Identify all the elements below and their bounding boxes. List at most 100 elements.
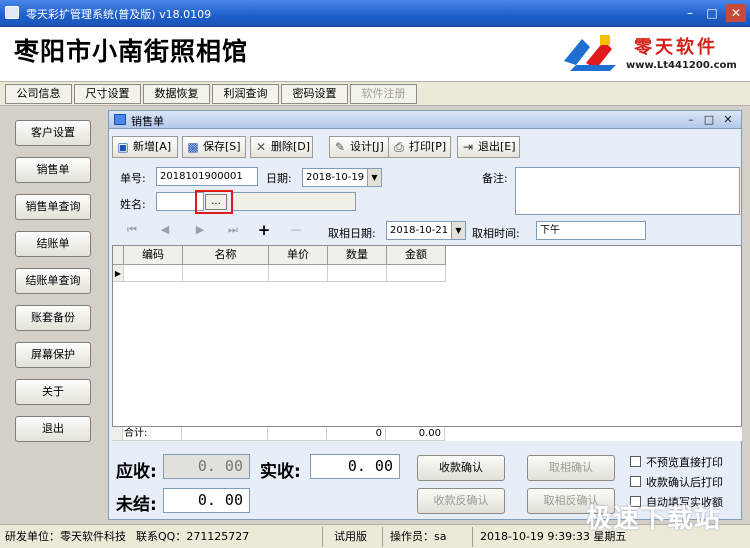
delete-button-label: 删除[D] xyxy=(271,140,311,153)
print-button[interactable]: ⎙ 打印[P] xyxy=(388,136,451,158)
brand-logo: 零天软件 www.Lt441200.com xyxy=(560,31,745,79)
column-header-name[interactable]: 名称 xyxy=(183,246,269,265)
x-icon: ✕ xyxy=(255,140,267,154)
child-minimize-button[interactable]: – xyxy=(684,112,698,127)
remark-input[interactable] xyxy=(515,167,740,215)
print-no-preview-label: 不预览直接打印 xyxy=(646,456,723,469)
sidebar-item-exit[interactable]: 退出 xyxy=(15,416,91,442)
sidebar: 客户设置 销售单 销售单查询 结账单 结账单查询 账套备份 屏幕保护 关于 退出 xyxy=(5,108,103,518)
status-operator: 操作员：sa xyxy=(390,530,447,543)
name-label: 姓名: xyxy=(120,198,146,211)
chevron-down-icon[interactable]: ▼ xyxy=(367,169,381,186)
date-picker[interactable]: 2018-10-19 ▼ xyxy=(302,168,382,187)
status-divider xyxy=(472,527,473,547)
sum-quantity: 0 xyxy=(327,427,386,441)
logo-text: 零天软件 xyxy=(634,37,718,58)
new-button[interactable]: ▣ 新增[A] xyxy=(112,136,178,158)
sidebar-item-sales-order[interactable]: 销售单 xyxy=(15,157,91,183)
highlight-box xyxy=(195,190,233,214)
save-button-label: 保存[S] xyxy=(203,140,241,153)
sidebar-item-customer-settings[interactable]: 客户设置 xyxy=(15,120,91,146)
child-close-button[interactable]: ✕ xyxy=(721,112,735,127)
pickup-date-value: 2018-10-21 xyxy=(390,225,449,236)
unsettled-label: 未结: xyxy=(116,495,157,515)
logo-mark-icon xyxy=(564,35,616,71)
pickup-date-label: 取相日期: xyxy=(328,227,376,240)
design-button[interactable]: ✎ 设计[J] xyxy=(329,136,392,158)
sidebar-item-account-backup[interactable]: 账套备份 xyxy=(15,305,91,331)
sidebar-item-screensaver[interactable]: 屏幕保护 xyxy=(15,342,91,368)
cell-quantity[interactable] xyxy=(328,265,387,282)
status-qq: 联系QQ：271125727 xyxy=(136,530,250,543)
child-maximize-button[interactable]: □ xyxy=(702,112,716,127)
status-edition: 试用版 xyxy=(334,530,367,543)
tab-software-register[interactable]: 软件注册 xyxy=(350,84,417,104)
reverse-payment-button[interactable]: 收款反确认 xyxy=(417,488,505,514)
items-grid[interactable]: 编码 名称 单价 数量 金额 ▶ xyxy=(112,245,742,441)
print-no-preview-checkbox[interactable]: 不预览直接打印 xyxy=(630,454,723,470)
sum-row-header xyxy=(112,427,123,441)
sidebar-item-sales-query[interactable]: 销售单查询 xyxy=(15,194,91,220)
add-record-icon[interactable]: + xyxy=(256,222,272,238)
logo-url: www.Lt441200.com xyxy=(626,60,737,71)
sidebar-item-settlement[interactable]: 结账单 xyxy=(15,231,91,257)
delete-button[interactable]: ✕ 删除[D] xyxy=(250,136,313,158)
cell-amount[interactable] xyxy=(387,265,446,282)
delete-record-icon[interactable]: — xyxy=(288,222,304,238)
column-header-code[interactable]: 编码 xyxy=(124,246,183,265)
window-icon xyxy=(114,114,126,125)
received-input[interactable]: 0. 00 xyxy=(310,454,400,479)
print-after-payment-checkbox[interactable]: 收款确认后打印 xyxy=(630,474,723,490)
tab-data-restore[interactable]: 数据恢复 xyxy=(143,84,210,104)
order-no-input[interactable]: 2018101900001 xyxy=(156,167,258,186)
status-developer: 研发单位：零天软件科技 xyxy=(5,530,126,543)
app-icon xyxy=(5,6,19,19)
sidebar-item-about[interactable]: 关于 xyxy=(15,379,91,405)
sum-row: 合计: 0 0.00 xyxy=(112,426,742,441)
checkbox-box[interactable] xyxy=(630,476,641,487)
prev-record-icon[interactable]: ◀ xyxy=(157,222,173,238)
exit-button-label: 退出[E] xyxy=(478,140,516,153)
receivable-label: 应收: xyxy=(116,462,157,482)
exit-button[interactable]: ⇥ 退出[E] xyxy=(457,136,520,158)
child-window-title: 销售单 xyxy=(131,115,164,128)
maximize-button[interactable]: □ xyxy=(702,4,722,22)
tab-profit-query[interactable]: 利润查询 xyxy=(212,84,279,104)
order-no-label: 单号: xyxy=(120,172,146,185)
checkbox-box[interactable] xyxy=(630,456,641,467)
sidebar-item-settlement-query[interactable]: 结账单查询 xyxy=(15,268,91,294)
status-divider xyxy=(322,527,323,547)
sum-label: 合计: xyxy=(123,427,182,441)
pickup-time-input[interactable]: 下午 xyxy=(536,221,646,240)
column-header-amount[interactable]: 金额 xyxy=(387,246,446,265)
row-header-corner xyxy=(113,246,124,265)
minimize-button[interactable]: – xyxy=(680,4,700,22)
pickup-date-picker[interactable]: 2018-10-21 ▼ xyxy=(386,221,466,240)
confirm-pickup-button[interactable]: 取相确认 xyxy=(527,455,615,481)
tab-size-settings[interactable]: 尺寸设置 xyxy=(74,84,141,104)
confirm-payment-button[interactable]: 收款确认 xyxy=(417,455,505,481)
company-name: 枣阳市小南街照相馆 xyxy=(14,37,249,66)
next-record-icon[interactable]: ▶ xyxy=(192,222,208,238)
column-header-quantity[interactable]: 数量 xyxy=(328,246,387,265)
save-button[interactable]: ▩ 保存[S] xyxy=(182,136,246,158)
received-label: 实收: xyxy=(260,462,301,482)
new-doc-icon: ▣ xyxy=(117,140,129,154)
cell-price[interactable] xyxy=(269,265,328,282)
cell-code[interactable] xyxy=(124,265,183,282)
chevron-down-icon[interactable]: ▼ xyxy=(451,222,465,239)
sum-price xyxy=(268,427,327,441)
new-button-label: 新增[A] xyxy=(133,140,172,153)
column-header-price[interactable]: 单价 xyxy=(269,246,328,265)
last-record-icon[interactable]: ⏭ xyxy=(225,222,241,238)
exit-icon: ⇥ xyxy=(462,140,474,154)
tab-password-settings[interactable]: 密码设置 xyxy=(281,84,348,104)
design-button-label: 设计[J] xyxy=(350,140,384,153)
tab-company-info[interactable]: 公司信息 xyxy=(5,84,72,104)
cell-name[interactable] xyxy=(183,265,269,282)
first-record-icon[interactable]: ⏮ xyxy=(124,222,140,238)
unsettled-value: 0. 00 xyxy=(163,488,250,513)
remark-label: 备注: xyxy=(482,172,508,185)
date-value: 2018-10-19 xyxy=(306,172,365,183)
close-button[interactable]: ✕ xyxy=(726,4,746,22)
